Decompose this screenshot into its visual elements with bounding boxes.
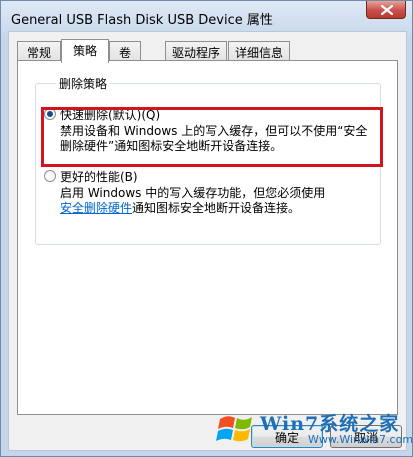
close-icon	[381, 5, 393, 15]
better-performance-radio[interactable]	[44, 170, 56, 182]
better-performance-label[interactable]: 更好的性能(B)	[60, 168, 138, 185]
dialog-client-area: 常规 策略 卷 驱动程序 详细信息 删除策略 快速删除(默认)(Q) 禁用设备和…	[8, 31, 407, 451]
site-watermark: Win7系统之家 Www.Winwin7.com	[216, 403, 413, 455]
watermark-url: Www.Winwin7.com	[308, 433, 413, 446]
tab-details[interactable]: 详细信息	[228, 41, 290, 60]
title-bar[interactable]: General USB Flash Disk USB Device 属性	[1, 1, 412, 31]
annotation-highlight-box	[41, 107, 383, 167]
window-title: General USB Flash Disk USB Device 属性	[11, 13, 273, 28]
policy-tab-panel: 删除策略 快速删除(默认)(Q) 禁用设备和 Windows 上的写入缓存，但可…	[17, 60, 398, 415]
tab-volume[interactable]: 卷	[109, 41, 141, 60]
better-performance-desc-line1: 启用 Windows 中的写入缓存功能，但您必须使用	[60, 186, 326, 200]
windows-logo-icon	[216, 416, 252, 442]
better-performance-desc-line2-rest: 通知图标安全地断开设备连接。	[132, 201, 301, 215]
tab-driver[interactable]: 驱动程序	[165, 41, 227, 60]
watermark-brand: Win7系统之家	[260, 413, 400, 435]
close-button[interactable]	[366, 1, 406, 19]
removal-policy-group-label: 删除策略	[56, 75, 111, 92]
tab-policy[interactable]: 策略	[61, 39, 109, 63]
safely-remove-hardware-link[interactable]: 安全删除硬件	[60, 201, 132, 215]
better-performance-desc-line2: 安全删除硬件通知图标安全地断开设备连接。	[60, 201, 380, 216]
properties-window: General USB Flash Disk USB Device 属性 常规 …	[0, 0, 413, 457]
tab-general[interactable]: 常规	[17, 41, 61, 60]
better-performance-description: 启用 Windows 中的写入缓存功能，但您必须使用 安全删除硬件通知图标安全地…	[60, 186, 380, 216]
